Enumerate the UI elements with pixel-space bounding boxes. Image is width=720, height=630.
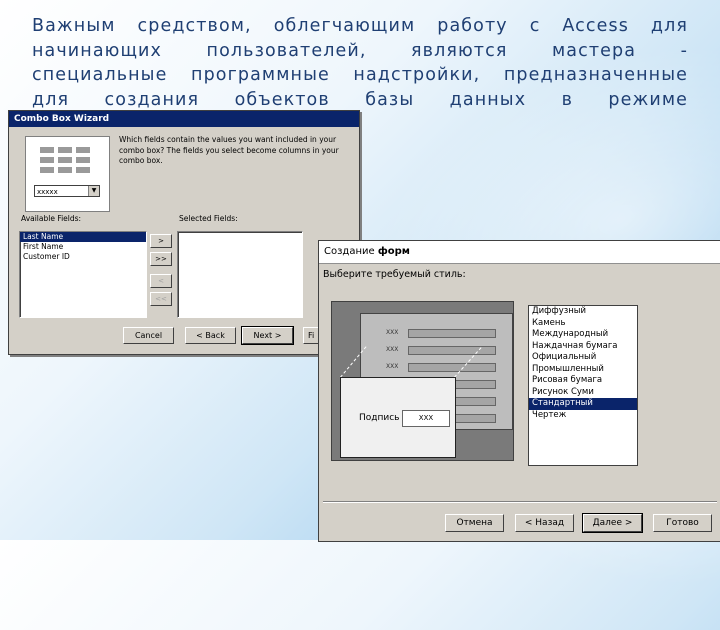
window-title-bold: форм — [377, 246, 410, 257]
remove-field-button[interactable]: < — [150, 274, 172, 288]
window-title-text: Создание — [324, 246, 378, 257]
style-list[interactable]: Диффузный Камень Международный Наждачная… — [528, 305, 638, 466]
list-item[interactable]: Last Name — [20, 232, 146, 242]
finish-button[interactable]: Готово — [653, 514, 712, 532]
placeholder-text: XXX — [386, 363, 399, 370]
back-button[interactable]: < Back — [185, 327, 236, 344]
list-item[interactable]: Официальный — [529, 352, 637, 364]
list-item[interactable]: Диффузный — [529, 306, 637, 318]
available-fields-label: Available Fields: — [21, 214, 82, 223]
list-item[interactable]: Наждачная бумага — [529, 341, 637, 353]
wizard-instruction: Which fields contain the values you want… — [119, 135, 339, 165]
preview-combo-text: xxxxx — [37, 188, 58, 196]
preview-field — [408, 363, 496, 372]
list-item[interactable]: Чертеж — [529, 410, 637, 422]
paragraph-line: специальные программные надстройки, пред… — [32, 65, 688, 85]
window-title: Combo Box Wizard — [9, 111, 359, 127]
paragraph-line: Важным средством, облегчающим работу с A… — [32, 16, 688, 36]
preview-form-front: Подпись XXX — [340, 377, 456, 458]
list-item-selected[interactable]: Стандартный — [529, 398, 637, 410]
list-item[interactable]: Камень — [529, 318, 637, 330]
selected-fields-list[interactable] — [177, 231, 303, 318]
divider — [323, 501, 717, 503]
list-item[interactable]: First Name — [20, 242, 146, 252]
selected-fields-label: Selected Fields: — [179, 214, 238, 223]
list-item[interactable]: Международный — [529, 329, 637, 341]
next-button[interactable]: Далее > — [582, 513, 643, 533]
cancel-button[interactable]: Cancel — [123, 327, 174, 344]
list-item[interactable]: Рисунок Суми — [529, 387, 637, 399]
wizard-question: Выберите требуемый стиль: — [323, 269, 466, 280]
available-fields-list[interactable]: Last Name First Name Customer ID — [19, 231, 147, 318]
style-preview: XXX XXX XXX XXX XXX XXX Подпись XXX — [331, 301, 514, 461]
remove-all-fields-button[interactable]: << — [150, 292, 172, 306]
wizard-preview-image: xxxxx ▼ — [25, 136, 110, 212]
placeholder-text: XXX — [386, 346, 399, 353]
placeholder-text: XXX — [386, 329, 399, 336]
caption-label: Подпись — [359, 413, 400, 423]
form-wizard-window: Создание форм Выберите требуемый стиль: … — [318, 240, 720, 542]
cancel-button[interactable]: Отмена — [445, 514, 504, 532]
preview-field — [408, 346, 496, 355]
next-button[interactable]: Next > — [241, 326, 294, 345]
back-button[interactable]: < Назад — [515, 514, 574, 532]
preview-field — [408, 329, 496, 338]
list-item[interactable]: Рисовая бумага — [529, 375, 637, 387]
preview-combo-box: xxxxx ▼ — [34, 185, 100, 197]
slide-paragraph: Важным средством, облегчающим работу с A… — [32, 14, 688, 112]
caption-field: XXX — [402, 410, 450, 427]
combo-box-wizard-window: Combo Box Wizard xxxxx ▼ Which fields co… — [8, 110, 360, 355]
paragraph-line: для создания объектов базы данных в режи… — [32, 89, 688, 110]
table-grid-icon — [40, 147, 94, 173]
paragraph-line: начинающих пользователей, являются масте… — [32, 40, 688, 61]
add-field-button[interactable]: > — [150, 234, 172, 248]
window-title: Создание форм — [319, 241, 720, 264]
list-item[interactable]: Customer ID — [20, 252, 146, 262]
add-all-fields-button[interactable]: >> — [150, 252, 172, 266]
chevron-down-icon: ▼ — [88, 186, 99, 196]
list-item[interactable]: Промышленный — [529, 364, 637, 376]
